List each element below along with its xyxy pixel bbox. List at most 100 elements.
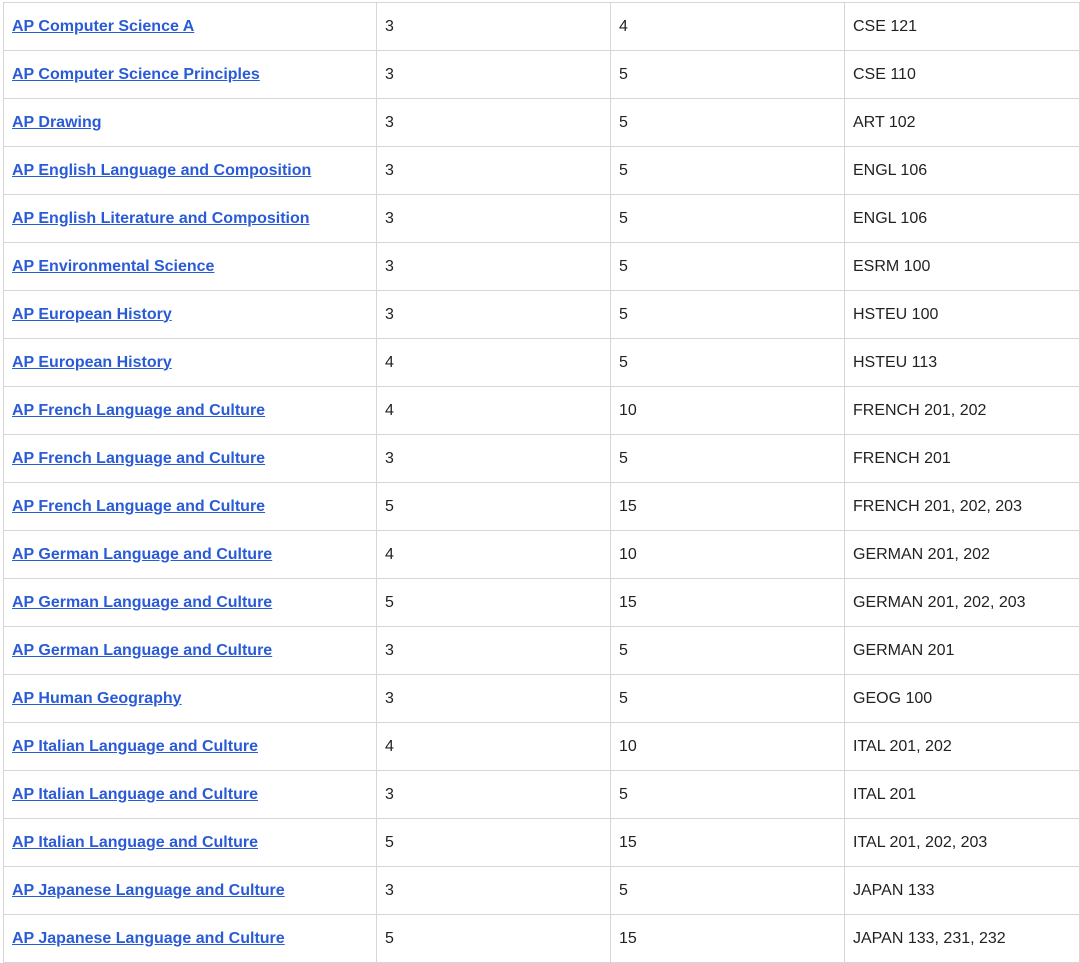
exam-link[interactable]: AP Computer Science A: [12, 18, 194, 35]
credits-cell: 5: [610, 50, 845, 99]
course-equivalent-cell: GERMAN 201, 202, 203: [844, 578, 1080, 627]
credits-cell: 5: [610, 194, 845, 243]
table-body: AP Computer Science A 3 4 CSE 121 AP Compute…: [3, 2, 1080, 963]
exam-link[interactable]: AP European History: [12, 306, 172, 323]
credits-cell: 5: [610, 146, 845, 195]
table-row: AP Computer Science Principles 3 5 CSE 110: [3, 50, 1080, 99]
table-row: AP European History 3 5 HSTEU 100: [3, 290, 1080, 339]
course-equivalent-cell: ENGL 106: [844, 146, 1080, 195]
score-cell: 3: [376, 866, 611, 915]
table-row: AP French Language and Culture 5 15 FRENCH …: [3, 482, 1080, 531]
course-equivalent-cell: HSTEU 113: [844, 338, 1080, 387]
course-equivalent-cell: GERMAN 201, 202: [844, 530, 1080, 579]
exam-link[interactable]: AP Environmental Science: [12, 258, 214, 275]
exam-link[interactable]: AP English Literature and Composition: [12, 210, 310, 227]
course-equivalent-cell: FRENCH 201, 202, 203: [844, 482, 1080, 531]
exam-link[interactable]: AP European History: [12, 354, 172, 371]
score-cell: 5: [376, 578, 611, 627]
table-row: AP Italian Language and Culture 5 15 ITAL 2…: [3, 818, 1080, 867]
score-cell: 3: [376, 674, 611, 723]
credits-cell: 10: [610, 530, 845, 579]
exam-link[interactable]: AP French Language and Culture: [12, 402, 265, 419]
exam-link[interactable]: AP German Language and Culture: [12, 594, 272, 611]
credits-cell: 5: [610, 434, 845, 483]
score-cell: 3: [376, 434, 611, 483]
score-cell: 3: [376, 770, 611, 819]
score-cell: 3: [376, 626, 611, 675]
credits-cell: 5: [610, 770, 845, 819]
table-row: AP Japanese Language and Culture 3 5 JAPAN …: [3, 866, 1080, 915]
exam-link[interactable]: AP Drawing: [12, 114, 102, 131]
exam-cell: AP German Language and Culture: [3, 578, 377, 627]
exam-cell: AP European History: [3, 338, 377, 387]
table-row: AP German Language and Culture 3 5 GERMAN 2…: [3, 626, 1080, 675]
ap-credit-table: AP Computer Science A 3 4 CSE 121 AP Compute…: [3, 2, 1080, 963]
table-row: AP Japanese Language and Culture 5 15 JAPAN…: [3, 914, 1080, 963]
exam-cell: AP English Literature and Composition: [3, 194, 377, 243]
course-equivalent-cell: JAPAN 133, 231, 232: [844, 914, 1080, 963]
score-cell: 3: [376, 290, 611, 339]
course-equivalent-cell: CSE 110: [844, 50, 1080, 99]
table-row: AP Drawing 3 5 ART 102: [3, 98, 1080, 147]
table-row: AP German Language and Culture 4 10 GERMAN …: [3, 530, 1080, 579]
course-equivalent-cell: HSTEU 100: [844, 290, 1080, 339]
credits-cell: 5: [610, 866, 845, 915]
score-cell: 3: [376, 2, 611, 51]
exam-link[interactable]: AP Human Geography: [12, 690, 182, 707]
ap-credit-table-container: AP Computer Science A 3 4 CSE 121 AP Compute…: [3, 2, 1080, 963]
exam-cell: AP Drawing: [3, 98, 377, 147]
exam-cell: AP Human Geography: [3, 674, 377, 723]
exam-link[interactable]: AP Italian Language and Culture: [12, 834, 258, 851]
exam-link[interactable]: AP Japanese Language and Culture: [12, 882, 285, 899]
exam-cell: AP French Language and Culture: [3, 482, 377, 531]
course-equivalent-cell: GERMAN 201: [844, 626, 1080, 675]
exam-cell: AP Japanese Language and Culture: [3, 914, 377, 963]
score-cell: 4: [376, 722, 611, 771]
table-row: AP Environmental Science 3 5 ESRM 100: [3, 242, 1080, 291]
exam-link[interactable]: AP Italian Language and Culture: [12, 786, 258, 803]
exam-cell: AP English Language and Composition: [3, 146, 377, 195]
score-cell: 5: [376, 914, 611, 963]
credits-cell: 15: [610, 578, 845, 627]
exam-cell: AP German Language and Culture: [3, 626, 377, 675]
exam-link[interactable]: AP French Language and Culture: [12, 450, 265, 467]
table-row: AP Computer Science A 3 4 CSE 121: [3, 2, 1080, 51]
exam-cell: AP Computer Science Principles: [3, 50, 377, 99]
exam-link[interactable]: AP German Language and Culture: [12, 642, 272, 659]
score-cell: 4: [376, 338, 611, 387]
credits-cell: 5: [610, 98, 845, 147]
score-cell: 3: [376, 50, 611, 99]
score-cell: 5: [376, 818, 611, 867]
score-cell: 3: [376, 242, 611, 291]
course-equivalent-cell: ENGL 106: [844, 194, 1080, 243]
exam-cell: AP Italian Language and Culture: [3, 770, 377, 819]
credits-cell: 5: [610, 242, 845, 291]
exam-cell: AP Japanese Language and Culture: [3, 866, 377, 915]
score-cell: 3: [376, 98, 611, 147]
table-row: AP English Literature and Composition 3 5 E…: [3, 194, 1080, 243]
credits-cell: 15: [610, 914, 845, 963]
table-row: AP Italian Language and Culture 4 10 ITAL 2…: [3, 722, 1080, 771]
course-equivalent-cell: CSE 121: [844, 2, 1080, 51]
course-equivalent-cell: ITAL 201: [844, 770, 1080, 819]
course-equivalent-cell: ESRM 100: [844, 242, 1080, 291]
exam-link[interactable]: AP French Language and Culture: [12, 498, 265, 515]
credits-cell: 5: [610, 626, 845, 675]
course-equivalent-cell: ART 102: [844, 98, 1080, 147]
table-row: AP English Language and Composition 3 5 ENG…: [3, 146, 1080, 195]
credits-cell: 15: [610, 818, 845, 867]
exam-cell: AP Italian Language and Culture: [3, 722, 377, 771]
exam-link[interactable]: AP Italian Language and Culture: [12, 738, 258, 755]
exam-link[interactable]: AP English Language and Composition: [12, 162, 311, 179]
credits-cell: 5: [610, 338, 845, 387]
course-equivalent-cell: FRENCH 201, 202: [844, 386, 1080, 435]
course-equivalent-cell: FRENCH 201: [844, 434, 1080, 483]
exam-link[interactable]: AP Computer Science Principles: [12, 66, 260, 83]
exam-link[interactable]: AP Japanese Language and Culture: [12, 930, 285, 947]
credits-cell: 10: [610, 722, 845, 771]
exam-link[interactable]: AP German Language and Culture: [12, 546, 272, 563]
exam-cell: AP French Language and Culture: [3, 386, 377, 435]
course-equivalent-cell: ITAL 201, 202, 203: [844, 818, 1080, 867]
table-row: AP French Language and Culture 4 10 FRENCH …: [3, 386, 1080, 435]
exam-cell: AP German Language and Culture: [3, 530, 377, 579]
